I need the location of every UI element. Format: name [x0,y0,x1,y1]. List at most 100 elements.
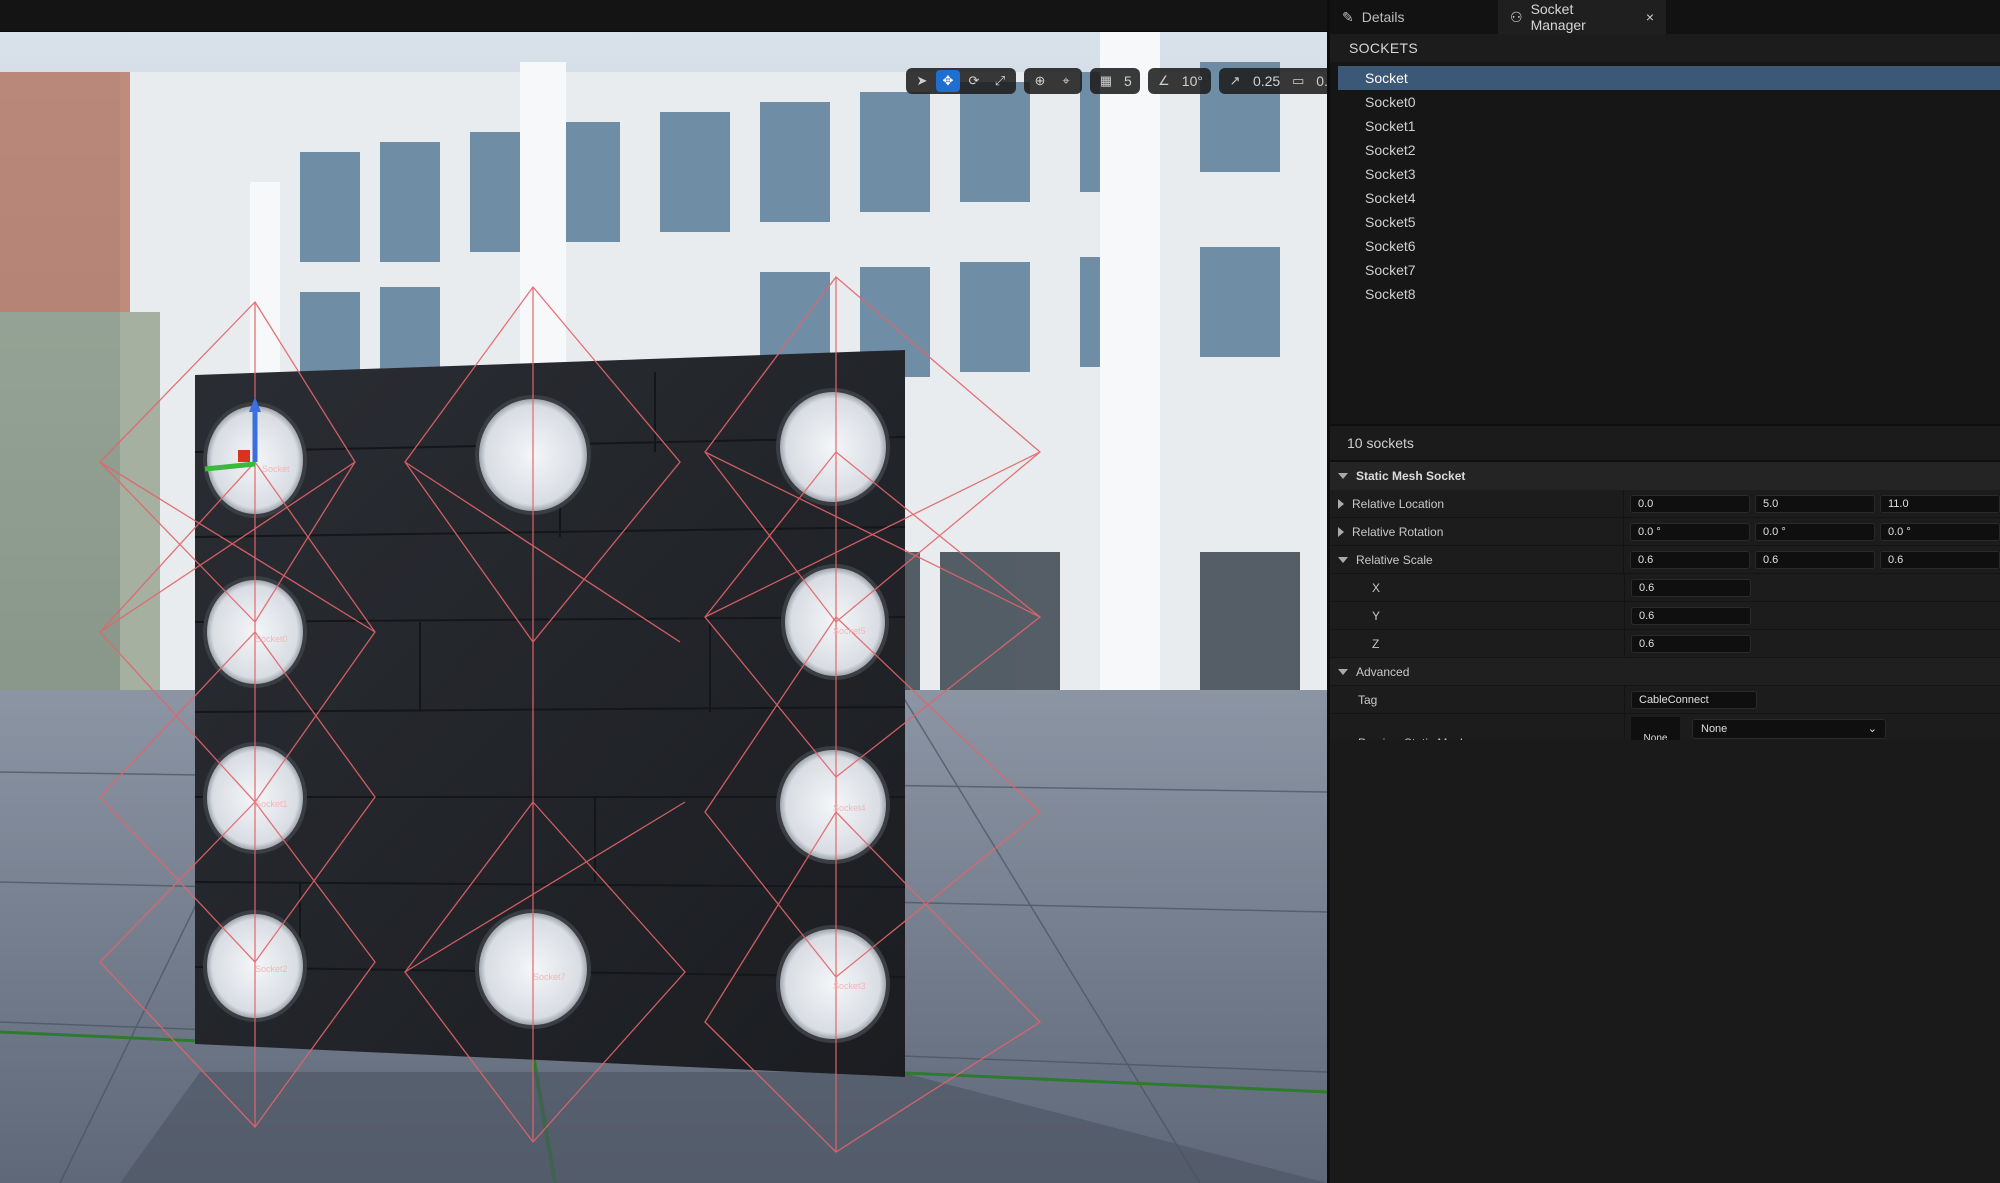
editor-top-bar [0,0,1327,32]
socket-list-item-socket4[interactable]: Socket4 [1338,186,2000,210]
socket-list-item-socket5[interactable]: Socket5 [1338,210,2000,234]
viewport-socket-label: Socket2 [255,964,288,974]
pencil-icon: ✎ [1342,8,1354,25]
scale-z-field[interactable]: 0.6 [1880,550,2000,569]
location-y-field[interactable]: 5.0 [1755,494,1875,513]
viewport-socket-label: Socket0 [255,634,288,644]
relative-location-label: Relative Location [1352,496,1445,511]
angle-snap-icon[interactable]: ∠ [1152,70,1176,92]
tag-values: CableConnect [1625,690,1757,709]
relative-rotation-label: Relative Rotation [1352,524,1444,539]
scale-y-field[interactable]: 0.6 [1755,550,1875,569]
grid-snap-icon[interactable]: ▦ [1094,70,1118,92]
rotation-y-field[interactable]: 0.0 ° [1755,522,1875,541]
tab-socket-manager[interactable]: ⚇ Socket Manager × [1498,0,1666,34]
scale-z-label: Z [1330,630,1625,657]
socket-count: 10 sockets [1330,424,2000,462]
right-panel: ✎ Details ⚇ Socket Manager × SOCKETS Soc… [1327,0,2000,1183]
rotation-z-field[interactable]: 0.0 ° [1880,522,2000,541]
viewport-socket-label: Socket4 [833,803,866,813]
expand-down-icon [1338,473,1348,479]
viewport-socket-label: Socket5 [833,626,866,636]
scale-x-values: 0.6 [1625,578,1751,597]
coordinate-tools: ⊕ ⌖ [1024,68,1082,94]
expand-right-icon[interactable] [1338,526,1344,537]
rotation-x-field[interactable]: 0.0 ° [1630,522,1750,541]
tab-socket-manager-label: Socket Manager [1530,1,1586,33]
scale-x-row: X 0.6 [1330,574,2000,602]
relative-location-values: 0.0 5.0 11.0 [1624,494,2000,513]
socket-list: Socket Socket0 Socket1 Socket2 Socket3 S… [1330,62,2000,424]
scale-y-values: 0.6 [1625,606,1751,625]
mesh-dropdown[interactable]: None ⌄ [1692,718,1886,739]
grid-snap-value[interactable]: 5 [1120,73,1136,89]
relative-rotation-values: 0.0 ° 0.0 ° 0.0 ° [1624,522,2000,541]
relative-scale-values: 0.6 0.6 0.6 [1624,550,2000,569]
transform-tools: ➤ ✥ ⟳ ⤢ [906,68,1016,94]
relative-rotation-row: Relative Rotation 0.0 ° 0.0 ° 0.0 ° [1330,518,2000,546]
socket-list-item-socket2[interactable]: Socket2 [1338,138,2000,162]
socket-list-item-socket1[interactable]: Socket1 [1338,114,2000,138]
socket-list-item-socket0[interactable]: Socket0 [1338,90,2000,114]
rotation-snap-group[interactable]: ∠ 10° [1147,68,1211,94]
camera-speed-icon[interactable]: ▭ [1286,70,1310,92]
rotation-snap-value[interactable]: 10° [1178,73,1207,89]
rotate-tool-icon[interactable]: ⟳ [962,70,986,92]
socket-list-item-socket6[interactable]: Socket6 [1338,234,2000,258]
scale-snap-icon[interactable]: ↗ [1223,70,1247,92]
scale-snap-group[interactable]: ↗ 0.25 ▭ 0.1 [1218,68,1327,94]
scale-y-subfield[interactable]: 0.6 [1631,606,1751,625]
expand-right-icon[interactable] [1338,498,1344,509]
socket-list-item-socket3[interactable]: Socket3 [1338,162,2000,186]
surface-snap-icon[interactable]: ⌖ [1054,70,1078,92]
grid-snap-group[interactable]: ▦ 5 [1090,68,1140,94]
scale-x-field[interactable]: 0.6 [1630,550,1750,569]
scale-tool-icon[interactable]: ⤢ [988,70,1012,92]
tag-field[interactable]: CableConnect [1631,690,1757,709]
viewport-socket-label: Socket [262,464,290,474]
relative-location-label-cell: Relative Location [1330,490,1624,517]
scale-x-label: X [1330,574,1625,601]
close-tab-icon[interactable]: × [1646,9,1654,25]
viewport-socket-label: Socket1 [255,799,288,809]
location-z-field[interactable]: 11.0 [1880,494,2000,513]
location-x-field[interactable]: 0.0 [1630,494,1750,513]
viewport-scene: Socket Socket0 Socket1 Socket2 Socket3 S… [0,32,1327,1183]
tab-details[interactable]: ✎ Details [1330,0,1498,34]
advanced-label-cell: Advanced [1330,658,1625,685]
expand-down-icon [1338,668,1348,675]
world-space-icon[interactable]: ⊕ [1028,70,1052,92]
scale-x-subfield[interactable]: 0.6 [1631,578,1751,597]
advanced-label: Advanced [1356,664,1410,679]
3d-viewport[interactable]: Socket Socket0 Socket1 Socket2 Socket3 S… [0,32,1327,1183]
relative-scale-label: Relative Scale [1356,552,1433,567]
panel-tabs: ✎ Details ⚇ Socket Manager × [1330,0,2000,34]
scale-y-row: Y 0.6 [1330,602,2000,630]
chevron-down-icon: ⌄ [1867,723,1877,735]
relative-scale-row: Relative Scale 0.6 0.6 0.6 [1330,546,2000,574]
tag-label-cell: Tag [1330,686,1625,713]
scale-snap-value[interactable]: 0.25 [1249,73,1284,89]
category-label: Static Mesh Socket [1356,469,1466,483]
socket-list-item-socket8[interactable]: Socket8 [1338,282,2000,306]
panel-empty-area [1330,740,2000,1183]
relative-rotation-label-cell: Relative Rotation [1330,518,1624,545]
camera-speed-value[interactable]: 0.1 [1312,73,1327,89]
scale-z-subfield[interactable]: 0.6 [1631,634,1751,653]
expand-down-icon[interactable] [1338,556,1348,563]
select-tool-icon[interactable]: ➤ [910,70,934,92]
viewport-socket-label: Socket7 [533,972,566,982]
socket-manager-icon: ⚇ [1510,8,1523,25]
socket-list-item-socket7[interactable]: Socket7 [1338,258,2000,282]
advanced-category[interactable]: Advanced [1330,658,2000,686]
socket-list-item-socket[interactable]: Socket [1338,66,2000,90]
tab-details-label: Details [1361,9,1405,25]
sockets-header: SOCKETS [1330,34,2000,62]
move-tool-icon[interactable]: ✥ [936,70,960,92]
scale-z-values: 0.6 [1625,634,1751,653]
relative-scale-label-cell: Relative Scale [1330,546,1624,573]
category-static-mesh-socket[interactable]: Static Mesh Socket [1330,462,2000,490]
relative-location-row: Relative Location 0.0 5.0 11.0 [1330,490,2000,518]
viewport-socket-label: Socket3 [833,981,866,991]
viewport-toolbar: ➤ ✥ ⟳ ⤢ ⊕ ⌖ ▦ 5 ∠ 10° ↗ 0.25 ▭ 0.1 [906,68,1327,94]
